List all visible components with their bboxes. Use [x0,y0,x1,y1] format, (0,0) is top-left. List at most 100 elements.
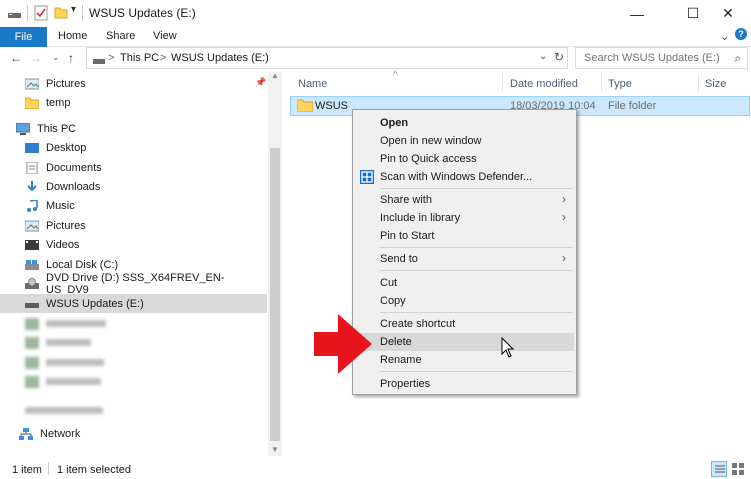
menu-item-label: Send to [380,253,418,265]
scroll-up-icon[interactable]: ▲ [271,71,279,80]
properties-icon[interactable] [34,5,48,21]
column-divider[interactable] [698,74,699,92]
refresh-icon[interactable]: ↻ [554,50,564,64]
menu-item-rename[interactable]: Rename [355,351,574,369]
file-name: WSUS [315,100,348,112]
nav-item-dvd-drive[interactable]: DVD Drive (D:) SSS_X64FREV_EN-US_DV9 [0,272,267,296]
selection-count: 1 item selected [57,464,131,476]
column-divider[interactable] [601,74,602,92]
menu-item-delete[interactable]: Delete [355,333,574,351]
nav-item-redacted[interactable] [0,314,267,333]
close-button[interactable]: ✕ [705,0,751,27]
nav-item-music[interactable]: Music [0,196,267,215]
drive-icon [25,356,39,369]
nav-item-label: Documents [46,161,102,174]
search-box[interactable]: ⌕ [575,47,748,69]
file-type: File folder [608,100,657,112]
back-icon[interactable]: ← [10,51,22,65]
up-icon[interactable]: ↑ [68,51,74,65]
column-header-type[interactable]: Type [608,78,632,90]
scrollbar-thumb[interactable] [270,148,280,441]
redacted-label [25,407,103,414]
menu-item-copy[interactable]: Copy [355,292,574,310]
nav-item-redacted[interactable] [0,401,267,420]
minimize-button[interactable]: — [614,0,660,27]
nav-item-label: Local Disk (C:) [46,258,119,271]
nav-item-temp[interactable]: temp [0,93,267,112]
nav-item-redacted[interactable] [0,353,267,372]
nav-item-desktop[interactable]: Desktop [0,138,267,157]
scroll-down-icon[interactable]: ▼ [271,445,279,454]
address-dropdown-icon[interactable]: ⌄ [539,51,547,62]
search-input[interactable] [584,52,729,64]
documents-icon [25,161,39,174]
divider [82,5,83,21]
menu-item-properties[interactable]: Properties [355,375,574,393]
menu-item-pin-start[interactable]: Pin to Start [355,227,574,245]
nav-item-label: Videos [46,238,80,251]
nav-pane-scrollbar[interactable]: ▲ ▼ [268,71,282,456]
nav-item-pictures-quick[interactable]: Pictures 📌 [0,74,267,93]
menu-item-scan-defender[interactable]: Scan with Windows Defender... [355,168,574,186]
videos-icon [25,239,39,251]
tab-share[interactable]: Share [106,30,135,42]
nav-item-documents[interactable]: Documents [0,158,267,177]
menu-item-cut[interactable]: Cut [355,274,574,292]
new-folder-icon[interactable] [54,5,68,21]
nav-item-pictures[interactable]: Pictures [0,216,267,235]
nav-item-label: Music [46,199,75,212]
context-menu: Open Open in new window Pin to Quick acc… [352,109,577,395]
tab-home[interactable]: Home [58,30,87,42]
pin-icon[interactable]: 📌 [255,77,266,88]
submenu-arrow-icon: › [562,251,566,265]
column-header-name[interactable]: Name [298,78,327,90]
menu-separator [380,371,572,372]
breadcrumb-drive[interactable]: WSUS Updates (E:) [171,52,269,64]
drive-icon [25,298,39,310]
nav-item-label: Pictures [46,219,86,232]
redacted-label [46,320,106,327]
expand-ribbon-icon[interactable]: ⌄ [720,30,729,43]
title-bar: ▾ WSUS Updates (E:) — ☐ ✕ [0,0,751,27]
address-bar[interactable]: > This PC > WSUS Updates (E:) ⌄ ↻ [86,47,568,69]
windows-defender-icon [360,170,374,187]
menu-item-pin-quick-access[interactable]: Pin to Quick access [355,150,574,168]
nav-item-redacted[interactable] [0,333,267,352]
nav-item-videos[interactable]: Videos [0,235,267,254]
menu-separator [380,312,572,313]
menu-item-create-shortcut[interactable]: Create shortcut [355,315,574,333]
help-icon[interactable]: ? [735,28,747,40]
nav-item-downloads[interactable]: Downloads [0,177,267,196]
drive-icon [8,8,21,24]
customize-toolbar-icon[interactable]: ▾ [71,4,76,20]
recent-locations-icon[interactable]: ⌄ [52,52,60,63]
tab-view[interactable]: View [153,30,177,42]
nav-item-wsus-updates[interactable]: WSUS Updates (E:) [0,294,267,313]
column-header-date[interactable]: Date modified [510,78,578,90]
music-icon [25,198,39,212]
column-header-size[interactable]: Size [705,78,726,90]
search-icon[interactable]: ⌕ [734,51,741,66]
menu-item-include-library[interactable]: Include in library › [355,209,574,227]
submenu-arrow-icon: › [562,192,566,206]
nav-item-redacted[interactable] [0,372,267,391]
drive-icon [93,54,105,68]
large-icons-view-icon[interactable] [731,462,745,479]
menu-item-open-new-window[interactable]: Open in new window [355,132,574,150]
column-divider[interactable] [502,74,503,92]
crumb-separator: > [160,52,167,64]
nav-item-label: Downloads [46,180,101,193]
desktop-icon [25,142,39,154]
pictures-icon [24,78,40,90]
nav-item-this-pc[interactable]: This PC [0,119,267,138]
redacted-label [46,339,91,346]
pictures-icon [24,220,40,232]
menu-item-send-to[interactable]: Send to › [355,250,574,268]
tab-file[interactable]: File [0,27,47,47]
nav-item-network[interactable]: Network [0,424,267,443]
breadcrumb-this-pc[interactable]: This PC [120,52,159,64]
menu-item-open[interactable]: Open [355,114,574,132]
forward-icon[interactable]: → [30,51,42,65]
menu-item-share-with[interactable]: Share with › [355,191,574,209]
details-view-icon[interactable] [711,461,727,477]
